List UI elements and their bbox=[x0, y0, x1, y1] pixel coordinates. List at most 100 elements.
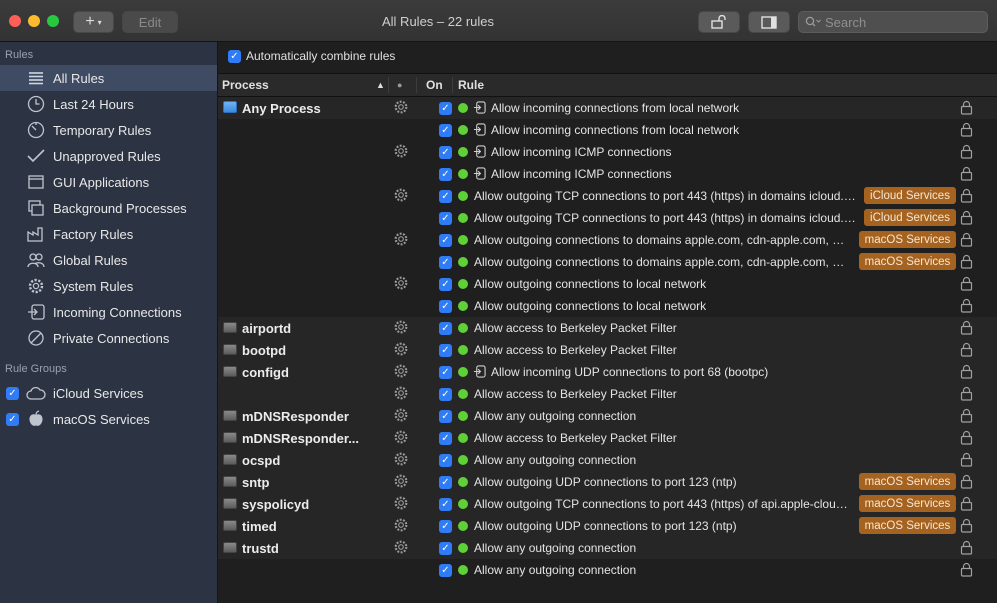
rule-enabled-checkbox[interactable]: ✓ bbox=[439, 410, 452, 423]
rule-enabled-checkbox[interactable]: ✓ bbox=[439, 476, 452, 489]
column-header-process[interactable]: Process bbox=[222, 78, 269, 92]
sidebar-item-incoming-connections[interactable]: Incoming Connections bbox=[0, 299, 217, 325]
lock-icon bbox=[960, 210, 973, 225]
table-row[interactable]: ✓ Allow outgoing connections to domains a… bbox=[218, 229, 997, 251]
gear-icon[interactable] bbox=[393, 275, 409, 291]
incoming-icon bbox=[473, 101, 486, 114]
toggle-inspector-button[interactable] bbox=[748, 11, 790, 33]
rule-enabled-checkbox[interactable]: ✓ bbox=[439, 542, 452, 555]
table-row[interactable]: trustd ✓ Allow any outgoing connection bbox=[218, 537, 997, 559]
rule-enabled-checkbox[interactable]: ✓ bbox=[439, 498, 452, 511]
search-icon bbox=[805, 16, 821, 27]
table-row[interactable]: ✓ Allow outgoing connections to local net… bbox=[218, 273, 997, 295]
lock-icon bbox=[960, 386, 973, 401]
gear-icon[interactable] bbox=[393, 187, 409, 203]
rule-enabled-checkbox[interactable]: ✓ bbox=[439, 454, 452, 467]
process-name: mDNSResponder... bbox=[242, 431, 360, 446]
sidebar-item-all-rules[interactable]: All Rules bbox=[0, 65, 217, 91]
gear-icon[interactable] bbox=[393, 341, 409, 357]
combine-rules-checkbox[interactable]: ✓ bbox=[228, 49, 241, 63]
sidebar-item-unapproved-rules[interactable]: Unapproved Rules bbox=[0, 143, 217, 169]
rule-description: Allow outgoing TCP connections to port 4… bbox=[474, 211, 858, 225]
gear-icon[interactable] bbox=[393, 99, 409, 115]
rule-enabled-checkbox[interactable]: ✓ bbox=[439, 146, 452, 159]
group-enabled-checkbox[interactable]: ✓ bbox=[6, 412, 19, 426]
rule-enabled-checkbox[interactable]: ✓ bbox=[439, 212, 452, 225]
sidebar-item-system-rules[interactable]: System Rules bbox=[0, 273, 217, 299]
table-row[interactable]: bootpd ✓ Allow access to Berkeley Packet F… bbox=[218, 339, 997, 361]
column-header-status[interactable]: ● bbox=[397, 80, 402, 90]
rule-group-badge: macOS Services bbox=[859, 473, 956, 490]
table-row[interactable]: ✓ Allow outgoing TCP connections to port … bbox=[218, 207, 997, 229]
rule-enabled-checkbox[interactable]: ✓ bbox=[439, 102, 452, 115]
gear-icon[interactable] bbox=[393, 429, 409, 445]
list-icon bbox=[26, 68, 46, 88]
status-dot-icon bbox=[458, 301, 468, 311]
table-row[interactable]: timed ✓ Allow outgoing UDP connections to … bbox=[218, 515, 997, 537]
rule-enabled-checkbox[interactable]: ✓ bbox=[439, 300, 452, 313]
table-row[interactable]: ✓ Allow outgoing TCP connections to port … bbox=[218, 185, 997, 207]
sidebar-group-icloud-services[interactable]: ✓ iCloud Services bbox=[0, 380, 217, 406]
lock-icon bbox=[960, 144, 973, 159]
table-row[interactable]: ✓ Allow access to Berkeley Packet Filter bbox=[218, 383, 997, 405]
gear-icon[interactable] bbox=[393, 517, 409, 533]
column-header-on[interactable]: On bbox=[426, 78, 443, 92]
gear-icon[interactable] bbox=[393, 231, 409, 247]
lock-icon bbox=[960, 298, 973, 313]
rule-enabled-checkbox[interactable]: ✓ bbox=[439, 278, 452, 291]
rule-enabled-checkbox[interactable]: ✓ bbox=[439, 234, 452, 247]
sidebar-item-background-processes[interactable]: Background Processes bbox=[0, 195, 217, 221]
table-row[interactable]: sntp ✓ Allow outgoing UDP connections to p… bbox=[218, 471, 997, 493]
gear-icon[interactable] bbox=[393, 451, 409, 467]
rule-enabled-checkbox[interactable]: ✓ bbox=[439, 520, 452, 533]
table-row[interactable]: syspolicyd ✓ Allow outgoing TCP connection… bbox=[218, 493, 997, 515]
column-header-rule[interactable]: Rule bbox=[458, 78, 484, 92]
table-row[interactable]: Any Process ✓ Allow incoming connections f… bbox=[218, 97, 997, 119]
gear-icon[interactable] bbox=[393, 363, 409, 379]
combine-rules-option[interactable]: ✓ Automatically combine rules bbox=[228, 49, 395, 63]
rule-enabled-checkbox[interactable]: ✓ bbox=[439, 344, 452, 357]
gear-icon[interactable] bbox=[393, 539, 409, 555]
search-field[interactable] bbox=[798, 11, 988, 33]
rule-enabled-checkbox[interactable]: ✓ bbox=[439, 256, 452, 269]
table-row[interactable]: ✓ Allow outgoing connections to local net… bbox=[218, 295, 997, 317]
table-row[interactable]: ✓ Allow any outgoing connection bbox=[218, 559, 997, 581]
rule-enabled-checkbox[interactable]: ✓ bbox=[439, 388, 452, 401]
gear-icon[interactable] bbox=[393, 143, 409, 159]
rule-enabled-checkbox[interactable]: ✓ bbox=[439, 564, 452, 577]
table-row[interactable]: ocspd ✓ Allow any outgoing connection bbox=[218, 449, 997, 471]
search-input[interactable] bbox=[821, 14, 975, 30]
group-enabled-checkbox[interactable]: ✓ bbox=[6, 386, 19, 400]
sidebar-item-factory-rules[interactable]: Factory Rules bbox=[0, 221, 217, 247]
sort-ascending-icon[interactable]: ▲ bbox=[376, 80, 385, 90]
lock-button[interactable] bbox=[698, 11, 740, 33]
rule-enabled-checkbox[interactable]: ✓ bbox=[439, 366, 452, 379]
rule-enabled-checkbox[interactable]: ✓ bbox=[439, 124, 452, 137]
rule-group-badge: iCloud Services bbox=[864, 187, 956, 204]
table-row[interactable]: ✓ Allow incoming ICMP connections bbox=[218, 141, 997, 163]
gear-icon[interactable] bbox=[393, 319, 409, 335]
sidebar-item-global-rules[interactable]: Global Rules bbox=[0, 247, 217, 273]
table-row[interactable]: configd ✓ Allow incoming UDP connections t… bbox=[218, 361, 997, 383]
sidebar-group-macos-services[interactable]: ✓ macOS Services bbox=[0, 406, 217, 432]
sidebar-item-gui-applications[interactable]: GUI Applications bbox=[0, 169, 217, 195]
gear-icon[interactable] bbox=[393, 495, 409, 511]
rule-enabled-checkbox[interactable]: ✓ bbox=[439, 322, 452, 335]
gear-icon[interactable] bbox=[393, 407, 409, 423]
sidebar-item-last-24-hours[interactable]: Last 24 Hours bbox=[0, 91, 217, 117]
sidebar-item-label: Incoming Connections bbox=[53, 304, 182, 320]
table-row[interactable]: mDNSResponder... ✓ Allow access to Berkele… bbox=[218, 427, 997, 449]
table-row[interactable]: ✓ Allow outgoing connections to domains a… bbox=[218, 251, 997, 273]
table-row[interactable]: airportd ✓ Allow access to Berkeley Packet… bbox=[218, 317, 997, 339]
table-row[interactable]: ✓ Allow incoming connections from local n… bbox=[218, 119, 997, 141]
gear-icon[interactable] bbox=[393, 473, 409, 489]
lock-icon bbox=[960, 518, 973, 533]
table-row[interactable]: ✓ Allow incoming ICMP connections bbox=[218, 163, 997, 185]
rule-enabled-checkbox[interactable]: ✓ bbox=[439, 432, 452, 445]
table-row[interactable]: mDNSResponder ✓ Allow any outgoing connect… bbox=[218, 405, 997, 427]
sidebar-item-temporary-rules[interactable]: Temporary Rules bbox=[0, 117, 217, 143]
rule-enabled-checkbox[interactable]: ✓ bbox=[439, 190, 452, 203]
gear-icon[interactable] bbox=[393, 385, 409, 401]
sidebar-item-private-connections[interactable]: Private Connections bbox=[0, 325, 217, 351]
rule-enabled-checkbox[interactable]: ✓ bbox=[439, 168, 452, 181]
